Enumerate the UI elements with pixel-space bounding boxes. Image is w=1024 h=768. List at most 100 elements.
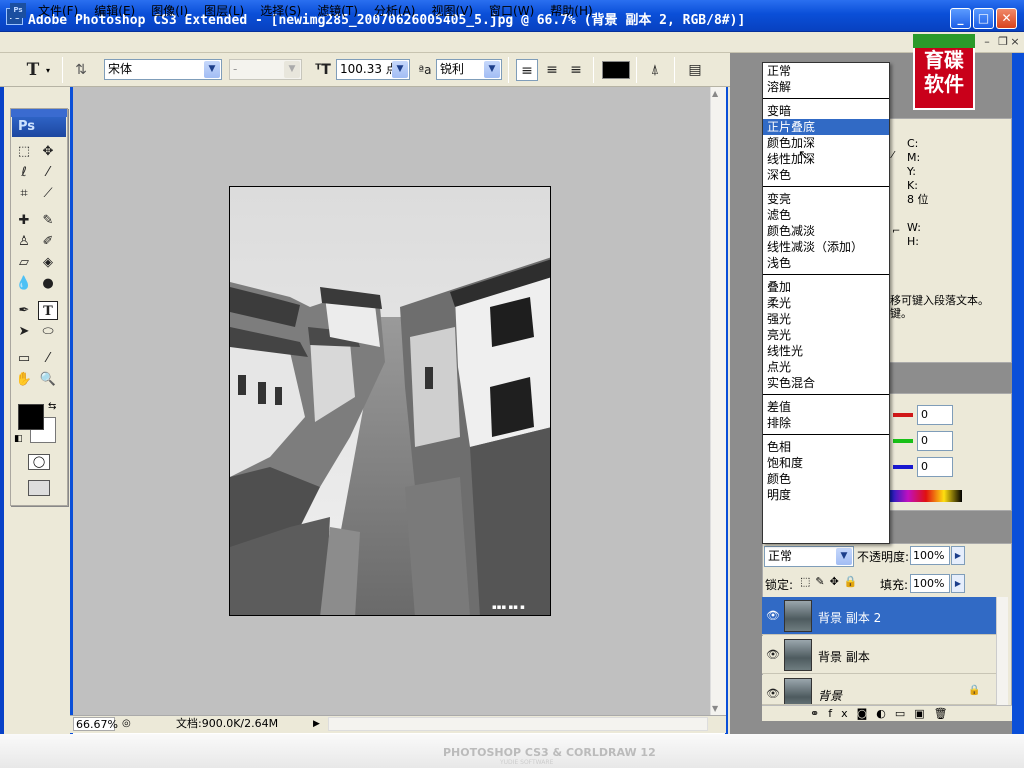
visibility-eye-icon[interactable]: 👁 [766, 648, 780, 661]
blend-option[interactable]: 叠加 [763, 279, 889, 295]
close-button[interactable]: ✕ [996, 8, 1017, 29]
dodge-tool-icon[interactable]: ● [38, 274, 58, 293]
lasso-tool-icon[interactable]: ℓ [14, 163, 34, 182]
lock-icons[interactable]: ⬚✎✥🔒 [800, 575, 863, 588]
status-menu-arrow-icon[interactable]: ▶ [313, 717, 320, 731]
blend-option[interactable]: 线性减淡（添加） [763, 239, 889, 255]
blend-option[interactable]: 实色混合 [763, 375, 889, 391]
minimize-button[interactable]: _ [950, 8, 971, 29]
toolbox-header[interactable] [11, 109, 67, 117]
history-brush-tool-icon[interactable]: ✐ [38, 232, 58, 251]
blend-option[interactable]: 颜色加深 [763, 135, 889, 151]
eyedropper-tool-icon[interactable]: ⁄ [38, 349, 58, 368]
swap-colors-icon[interactable]: ⇆ [48, 401, 56, 412]
font-style-select[interactable]: - ▼ [229, 59, 302, 80]
blend-option[interactable]: 变暗 [763, 103, 889, 119]
marquee-tool-icon[interactable]: ⬚ [14, 142, 34, 161]
blend-option[interactable]: 差值 [763, 399, 889, 415]
layer-row[interactable]: 👁 背景 🔒 [762, 675, 996, 705]
clone-stamp-tool-icon[interactable]: ♙ [14, 232, 34, 251]
menu-view[interactable]: 视图(V) [423, 3, 481, 19]
layers-scrollbar[interactable] [996, 597, 1008, 705]
red-value-input[interactable]: 0 [917, 405, 953, 425]
blend-option[interactable]: 浅色 [763, 255, 889, 271]
blend-option[interactable]: 溶解 [763, 79, 889, 95]
blend-option[interactable]: 色相 [763, 439, 889, 455]
type-tool-preset-icon[interactable]: T [22, 59, 44, 81]
foreground-color-swatch[interactable] [18, 404, 44, 430]
pen-tool-icon[interactable]: ✒ [14, 301, 34, 320]
menu-select[interactable]: 选择(S) [252, 3, 309, 19]
blend-option[interactable]: 线性加深 [763, 151, 889, 167]
brush-tool-icon[interactable]: ✎ [38, 211, 58, 230]
scroll-up-arrow-icon[interactable]: ▲ [712, 89, 718, 98]
blend-option[interactable]: 明度 [763, 487, 889, 503]
font-family-select[interactable]: 宋体 ▼ [104, 59, 222, 80]
blend-option-selected[interactable]: 正片叠底 [763, 119, 889, 135]
fill-input[interactable]: 100% [910, 574, 950, 593]
path-selection-tool-icon[interactable]: ➤ [14, 322, 34, 341]
layers-footer-buttons[interactable]: ⚭fx◙◐▭▣🗑 [762, 705, 1012, 721]
blend-option[interactable]: 线性光 [763, 343, 889, 359]
blend-option[interactable]: 变亮 [763, 191, 889, 207]
align-right-icon[interactable]: ≡ [565, 59, 587, 81]
ellipse-tool-icon[interactable]: ⬭ [38, 322, 58, 341]
vertical-scrollbar[interactable] [710, 87, 726, 715]
blue-value-input[interactable]: 0 [917, 457, 953, 477]
menu-filter[interactable]: 滤镜(T) [309, 3, 366, 19]
maximize-button[interactable]: □ [973, 8, 994, 29]
type-tool-icon[interactable]: T [38, 301, 58, 320]
zoom-tool-icon[interactable]: 🔍 [38, 370, 58, 389]
visibility-eye-icon[interactable]: 👁 [766, 609, 780, 622]
blend-option[interactable]: 点光 [763, 359, 889, 375]
menu-help[interactable]: 帮助(H) [542, 3, 600, 19]
antialias-select[interactable]: 锐利 ▼ [436, 59, 502, 80]
align-center-icon[interactable]: ≡ [541, 59, 563, 81]
blur-tool-icon[interactable]: 💧 [14, 274, 34, 293]
doc-close-button[interactable]: × [1008, 36, 1022, 48]
layer-blend-mode-select[interactable]: 正常 ▼ [764, 546, 854, 567]
quick-mask-icon[interactable]: ◯ [28, 454, 50, 470]
blend-option[interactable]: 排除 [763, 415, 889, 431]
text-color-swatch[interactable] [602, 61, 630, 79]
opacity-input[interactable]: 100% [910, 546, 950, 565]
align-left-icon[interactable]: ≡ [516, 59, 538, 81]
screen-mode-icon[interactable] [28, 480, 50, 496]
visibility-eye-icon[interactable]: 👁 [766, 687, 780, 700]
status-icon[interactable]: ◎ [122, 717, 136, 731]
doc-minimize-button[interactable]: – [980, 36, 994, 48]
font-size-select[interactable]: 100.33 点 ▼ [336, 59, 410, 80]
blend-option[interactable]: 正常 [763, 63, 889, 79]
text-orientation-icon[interactable]: ⇅ [70, 59, 92, 81]
document-icon[interactable]: Ps [10, 3, 26, 18]
layer-row[interactable]: 👁 背景 副本 [762, 636, 996, 674]
character-panel-icon[interactable]: ▤ [684, 59, 706, 81]
menu-layer[interactable]: 图层(L) [196, 3, 252, 19]
fill-arrow-icon[interactable]: ▶ [951, 574, 965, 593]
menu-image[interactable]: 图像(I) [143, 3, 196, 19]
blend-option[interactable]: 饱和度 [763, 455, 889, 471]
eraser-tool-icon[interactable]: ▱ [14, 253, 34, 272]
blend-mode-dropdown[interactable]: 正常 溶解 变暗 正片叠底 颜色加深 线性加深 深色 变亮 滤色 颜色减淡 线性… [762, 62, 890, 544]
horizontal-scrollbar[interactable] [328, 717, 708, 731]
blue-slider-bar[interactable] [893, 465, 913, 469]
blend-option[interactable]: 亮光 [763, 327, 889, 343]
color-ramp[interactable] [890, 490, 962, 502]
menu-edit[interactable]: 编辑(E) [86, 3, 143, 19]
green-value-input[interactable]: 0 [917, 431, 953, 451]
blend-option[interactable]: 柔光 [763, 295, 889, 311]
zoom-level[interactable]: 66.67% [73, 717, 118, 731]
paint-bucket-tool-icon[interactable]: ◈ [38, 253, 58, 272]
notes-tool-icon[interactable]: ▭ [14, 349, 34, 368]
menu-window[interactable]: 窗口(W) [481, 3, 542, 19]
blend-option[interactable]: 滤色 [763, 207, 889, 223]
hand-tool-icon[interactable]: ✋ [14, 370, 34, 389]
opacity-arrow-icon[interactable]: ▶ [951, 546, 965, 565]
menu-analysis[interactable]: 分析(A) [366, 3, 424, 19]
blend-option[interactable]: 深色 [763, 167, 889, 183]
blend-option[interactable]: 颜色 [763, 471, 889, 487]
layer-row[interactable]: 👁 背景 副本 2 [762, 597, 996, 635]
magic-wand-tool-icon[interactable]: ⁄ [38, 163, 58, 182]
ps-badge[interactable]: Ps [12, 117, 66, 137]
move-tool-icon[interactable]: ✥ [38, 142, 58, 161]
